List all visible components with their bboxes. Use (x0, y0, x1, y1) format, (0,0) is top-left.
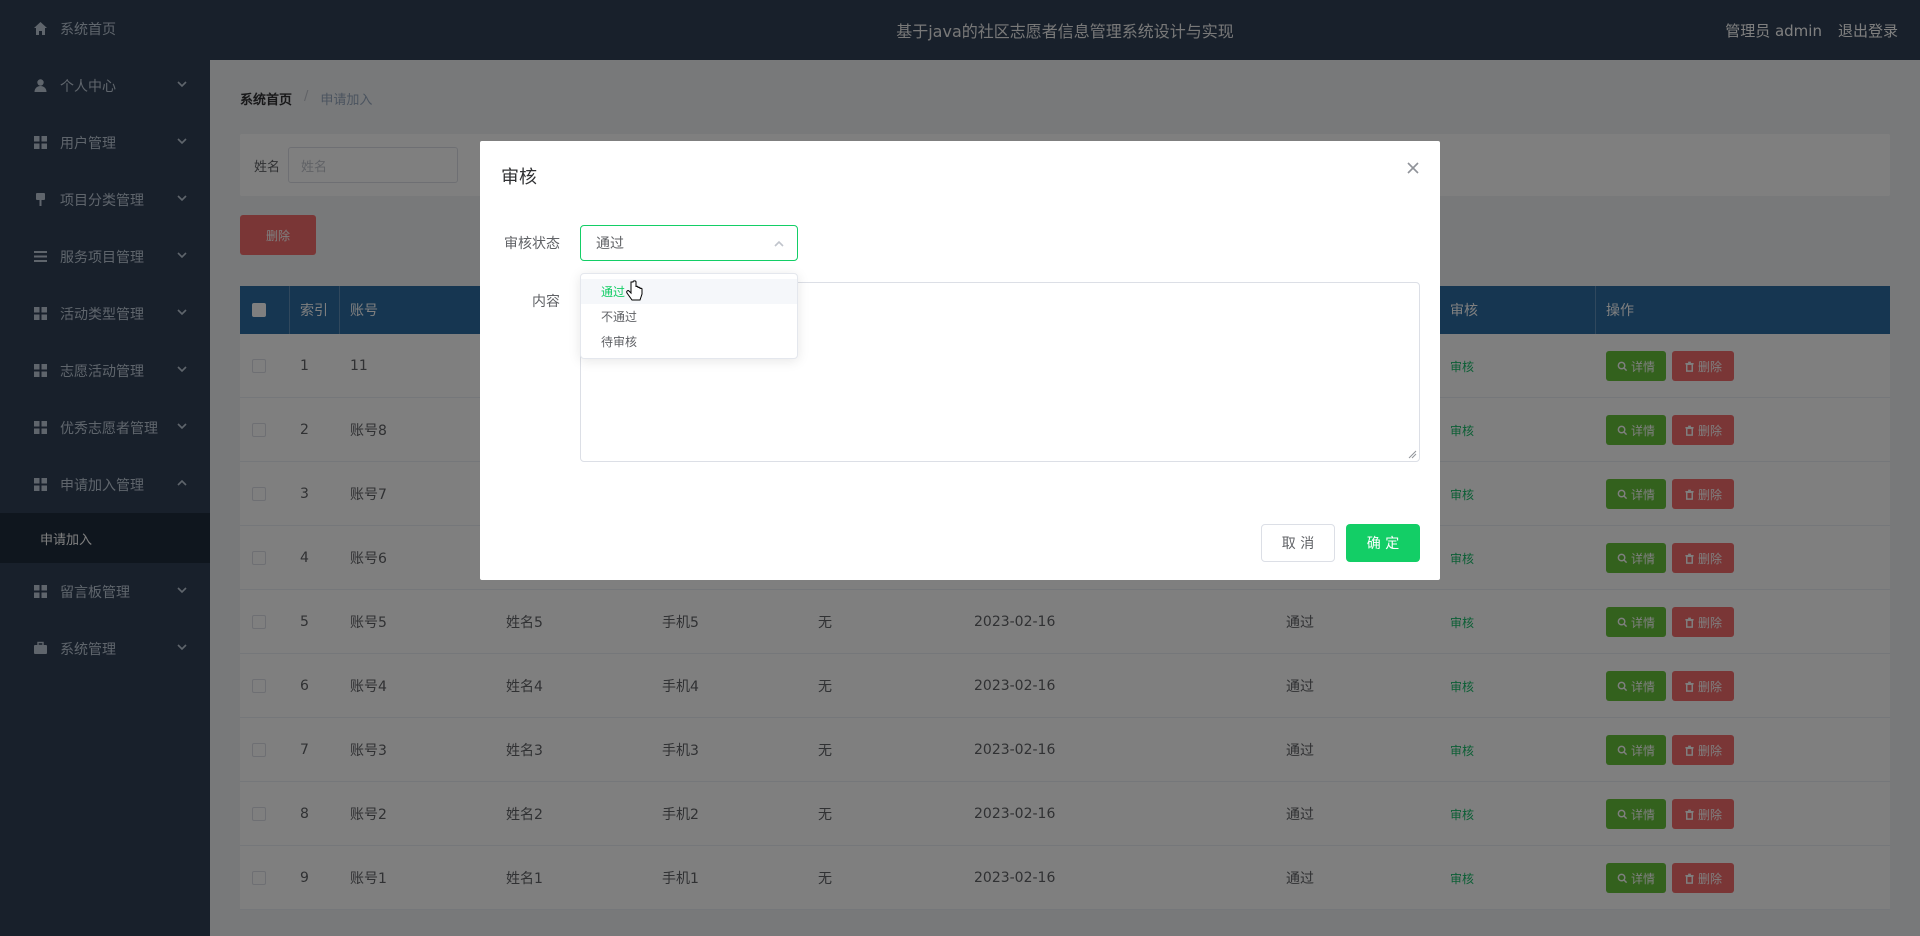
chevron-up-icon (773, 238, 785, 250)
hand-cursor-icon (626, 280, 643, 301)
cancel-button[interactable]: 取 消 (1261, 524, 1335, 562)
audit-status-value: 通过 (596, 236, 624, 252)
resize-grip-icon[interactable] (1407, 449, 1417, 459)
audit-status-select[interactable]: 通过 (580, 225, 798, 261)
dialog-title: 审核 (501, 167, 537, 188)
option-reject[interactable]: 不通过 (581, 304, 797, 329)
app-root: 系统首页个人中心用户管理项目分类管理服务项目管理活动类型管理志愿活动管理优秀志愿… (0, 0, 1920, 936)
close-icon[interactable] (1406, 161, 1420, 175)
content-field-label: 内容 (532, 294, 560, 310)
modal-overlay[interactable]: 审核 审核状态 通过 内容 通过 不通过 待审核 取 消 确 定 (0, 0, 1920, 936)
option-pending[interactable]: 待审核 (581, 329, 797, 354)
option-pass[interactable]: 通过 (581, 279, 797, 304)
status-field-label: 审核状态 (504, 236, 560, 252)
status-dropdown: 通过 不通过 待审核 (580, 273, 798, 359)
confirm-button[interactable]: 确 定 (1346, 524, 1420, 562)
audit-dialog: 审核 审核状态 通过 内容 通过 不通过 待审核 取 消 确 定 (480, 141, 1440, 580)
